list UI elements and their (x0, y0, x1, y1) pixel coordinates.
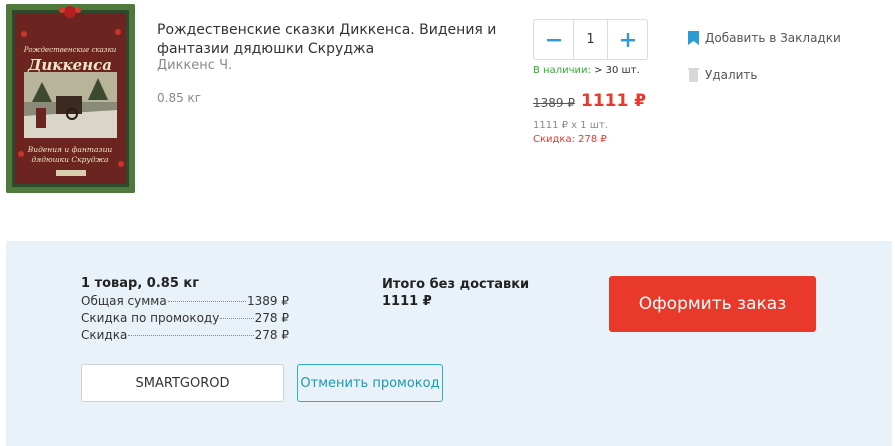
summary-row-total: Общая сумма 1389 ₽ (81, 293, 289, 310)
cancel-promo-button[interactable]: Отменить промокод (297, 364, 443, 402)
summary-row-discount: Скидка 278 ₽ (81, 327, 289, 344)
dotted-leader (128, 335, 254, 336)
decrease-quantity-button[interactable] (534, 20, 573, 59)
summary-row-label: Скидка по промокоду (81, 311, 220, 325)
product-title[interactable]: Рождественские сказки Диккенса. Видения … (157, 21, 497, 59)
remove-label: Удалить (705, 68, 758, 82)
stock-status: В наличии: > 30 шт. (533, 65, 640, 76)
old-price: 1389 ₽ (533, 96, 575, 110)
promo-code-field[interactable]: SMARTGOROD (81, 364, 284, 402)
discount-line: Скидка: 278 ₽ (533, 134, 607, 145)
plus-icon (620, 32, 635, 47)
total-label: Итого без доставки (382, 277, 530, 292)
item-count: 1 товар, 0.85 кг (81, 276, 200, 291)
trash-icon (688, 68, 699, 82)
cover-author-text: Диккенса (27, 56, 112, 74)
cover-series-text: Рождественские сказки (23, 46, 117, 54)
add-to-bookmarks-button[interactable]: Добавить в Закладки (688, 31, 841, 45)
quantity-value[interactable]: 1 (573, 20, 608, 59)
minus-icon (546, 38, 561, 41)
summary-row-value: 278 ₽ (254, 311, 289, 325)
place-order-button[interactable]: Оформить заказ (609, 276, 816, 332)
book-cover-image[interactable]: Рождественские сказки Диккенса Видения и… (6, 4, 135, 193)
stock-value: > 30 шт. (594, 65, 640, 76)
stock-label: В наличии: (533, 65, 591, 76)
summary-row-label: Общая сумма (81, 294, 167, 308)
bookmark-label: Добавить в Закладки (705, 31, 841, 45)
increase-quantity-button[interactable] (608, 20, 647, 59)
total-value: 1111 ₽ (382, 294, 432, 309)
cart-page: Рождественские сказки Диккенса Видения и… (0, 0, 895, 446)
summary-row-value: 278 ₽ (254, 328, 289, 342)
quantity-stepper: 1 (533, 19, 648, 60)
product-weight: 0.85 кг (157, 91, 202, 105)
cover-subtitle-line2: дядюшки Скруджа (32, 155, 109, 164)
cover-subtitle-line1: Видения и фантазии (27, 145, 113, 154)
remove-button[interactable]: Удалить (688, 68, 758, 82)
dotted-leader (167, 301, 246, 302)
unit-price-line: 1111 ₽ x 1 шт. (533, 120, 608, 131)
summary-row-label: Скидка (81, 328, 128, 342)
dotted-leader (220, 318, 254, 319)
new-price: 1111 ₽ (581, 91, 647, 111)
bookmark-icon (688, 31, 699, 45)
summary-rows: Общая сумма 1389 ₽ Скидка по промокоду 2… (81, 293, 289, 344)
product-author[interactable]: Диккенс Ч. (157, 58, 232, 73)
summary-row-promo-discount: Скидка по промокоду 278 ₽ (81, 310, 289, 327)
summary-row-value: 1389 ₽ (247, 294, 289, 308)
